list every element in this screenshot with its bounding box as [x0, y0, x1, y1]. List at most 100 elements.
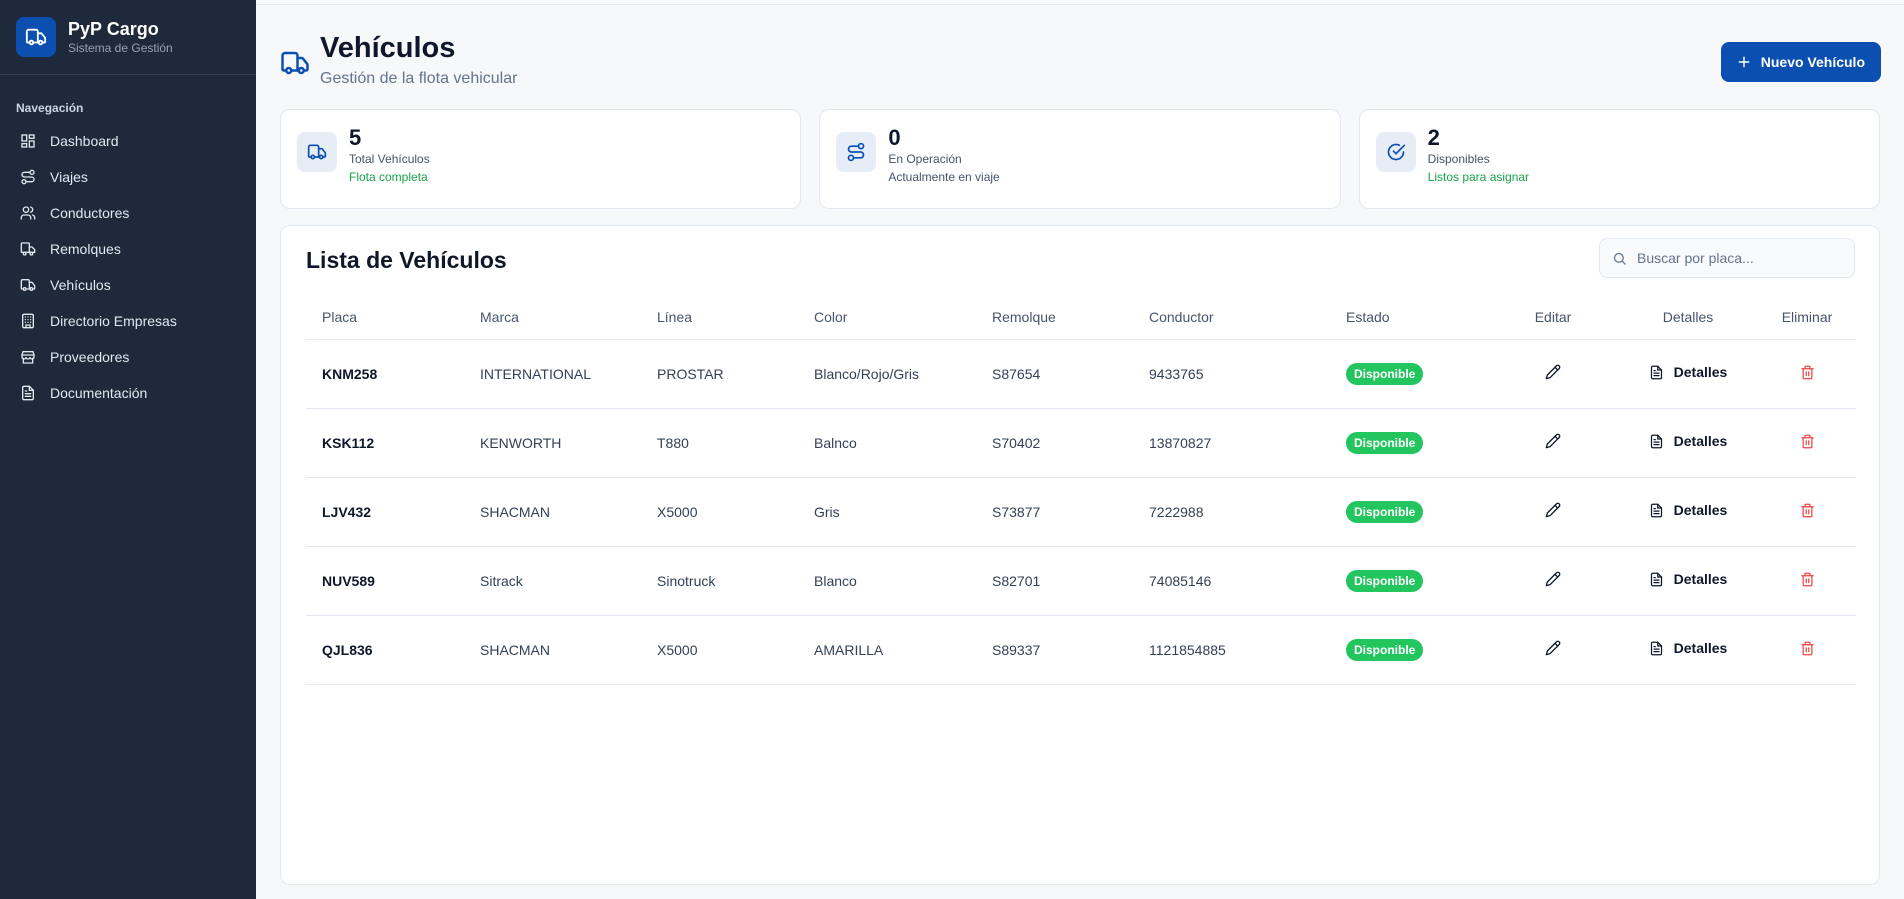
edit-button[interactable]	[1545, 433, 1561, 449]
cell-placa: QJL836	[306, 615, 464, 685]
pencil-icon	[1545, 433, 1561, 449]
column-header: Estado	[1330, 295, 1488, 340]
cell-editar	[1488, 546, 1618, 616]
top-divider	[256, 4, 1904, 5]
delete-button[interactable]	[1800, 572, 1815, 587]
cell-editar	[1488, 408, 1618, 478]
cell-placa: KNM258	[306, 339, 464, 409]
edit-button[interactable]	[1545, 502, 1561, 518]
cell-placa: LJV432	[306, 477, 464, 547]
table-row: KSK112 KENWORTH T880 Balnco S70402 13870…	[306, 408, 1856, 478]
status-badge: Disponible	[1346, 431, 1424, 454]
table-row: KNM258 INTERNATIONAL PROSTAR Blanco/Rojo…	[306, 339, 1856, 409]
sidebar-item-directorio-empresas[interactable]: Directorio Empresas	[0, 303, 256, 339]
cell-detalles: Detalles	[1618, 477, 1758, 547]
details-label: Detalles	[1673, 364, 1728, 381]
details-button[interactable]: Detalles	[1649, 502, 1728, 519]
table-body: KNM258 INTERNATIONAL PROSTAR Blanco/Rojo…	[306, 339, 1856, 685]
cell-marca: KENWORTH	[464, 408, 641, 478]
sidebar-item-label: Remolques	[50, 241, 121, 257]
pencil-icon	[1545, 640, 1561, 656]
cell-conductor: 9433765	[1133, 339, 1330, 409]
cell-conductor: 13870827	[1133, 408, 1330, 478]
sidebar-item-label: Dashboard	[50, 133, 119, 149]
cell-placa: KSK112	[306, 408, 464, 478]
nav-section-label: Navegación	[16, 101, 84, 115]
cell-estado: Disponible	[1330, 546, 1488, 616]
delete-button[interactable]	[1800, 503, 1815, 518]
cell-estado: Disponible	[1330, 339, 1488, 409]
cell-linea: X5000	[641, 615, 798, 685]
stat-label: En Operación	[888, 152, 962, 166]
cell-detalles: Detalles	[1618, 615, 1758, 685]
edit-button[interactable]	[1545, 364, 1561, 380]
table-row: QJL836 SHACMAN X5000 AMARILLA S89337 112…	[306, 615, 1856, 685]
cell-estado: Disponible	[1330, 615, 1488, 685]
stat-note: Flota completa	[349, 170, 428, 184]
document-icon	[1650, 365, 1662, 380]
sidebar-item-documentacion[interactable]: Documentación	[0, 375, 256, 411]
truck-icon	[280, 48, 310, 90]
cell-editar	[1488, 477, 1618, 547]
details-label: Detalles	[1673, 502, 1728, 519]
stat-card-disponibles: 2 Disponibles Listos para asignar	[1358, 109, 1880, 209]
edit-button[interactable]	[1545, 640, 1561, 656]
details-button[interactable]: Detalles	[1649, 433, 1727, 449]
cell-estado: Disponible	[1330, 408, 1488, 478]
cell-eliminar	[1758, 615, 1856, 685]
cell-marca: SHACMAN	[464, 615, 641, 685]
trash-icon	[1800, 503, 1814, 517]
sidebar-item-conductores[interactable]: Conductores	[0, 195, 256, 231]
sidebar-item-remolques[interactable]: Remolques	[0, 231, 256, 267]
details-button[interactable]: Detalles	[1649, 364, 1728, 381]
delete-button[interactable]	[1800, 365, 1815, 380]
details-button[interactable]: Detalles	[1649, 640, 1728, 657]
details-button[interactable]: Detalles	[1649, 571, 1728, 588]
new-vehicle-label: Nuevo Vehículo	[1760, 54, 1865, 70]
cell-linea: X5000	[641, 477, 798, 547]
sidebar-item-dashboard[interactable]: Dashboard	[0, 123, 256, 159]
cell-color: Balnco	[798, 408, 976, 478]
cell-conductor: 74085146	[1133, 546, 1330, 616]
cell-color: Gris	[798, 477, 976, 547]
search-icon	[1613, 252, 1626, 265]
page-header: Vehículos Gestión de la flota vehicular	[280, 28, 517, 90]
sidebar-nav: Dashboard Viajes Conductores Remolques V…	[0, 123, 256, 411]
details-label: Detalles	[1673, 571, 1728, 588]
brand-subtitle: Sistema de Gestión	[68, 41, 173, 55]
document-icon	[1650, 434, 1662, 449]
cell-conductor: 1121854885	[1133, 615, 1330, 685]
sidebar-item-label: Directorio Empresas	[50, 313, 177, 329]
users-icon	[20, 206, 36, 220]
cell-placa: NUV589	[306, 546, 464, 616]
edit-button[interactable]	[1545, 571, 1561, 587]
sidebar-item-viajes[interactable]: Viajes	[0, 159, 256, 195]
trash-icon	[1800, 434, 1814, 448]
search-input[interactable]	[1637, 250, 1837, 266]
search-box	[1599, 238, 1855, 278]
truck-icon	[20, 279, 36, 291]
trash-icon	[1800, 365, 1814, 379]
building-icon	[22, 313, 34, 329]
cell-remolque: S70402	[976, 408, 1133, 478]
cell-estado: Disponible	[1330, 477, 1488, 547]
sidebar-item-vehiculos[interactable]: Vehículos	[0, 267, 256, 303]
delete-button[interactable]	[1800, 641, 1815, 656]
route-icon	[21, 169, 35, 185]
sidebar-item-label: Conductores	[50, 205, 130, 221]
cell-remolque: S82701	[976, 546, 1133, 616]
grid-icon	[21, 134, 35, 148]
cell-linea: PROSTAR	[641, 339, 798, 409]
cell-eliminar	[1758, 546, 1856, 616]
cell-color: AMARILLA	[798, 615, 976, 685]
column-header: Placa	[306, 295, 464, 340]
cell-detalles: Detalles	[1618, 408, 1758, 478]
new-vehicle-button[interactable]: Nuevo Vehículo	[1720, 42, 1881, 82]
sidebar-item-proveedores[interactable]: Proveedores	[0, 339, 256, 375]
details-label: Detalles	[1673, 640, 1728, 657]
brand: PyP Cargo Sistema de Gestión	[0, 0, 256, 75]
status-badge: Disponible	[1346, 569, 1424, 592]
delete-button[interactable]	[1800, 434, 1815, 449]
table-row: LJV432 SHACMAN X5000 Gris S73877 7222988…	[306, 477, 1856, 547]
cell-conductor: 7222988	[1133, 477, 1330, 547]
